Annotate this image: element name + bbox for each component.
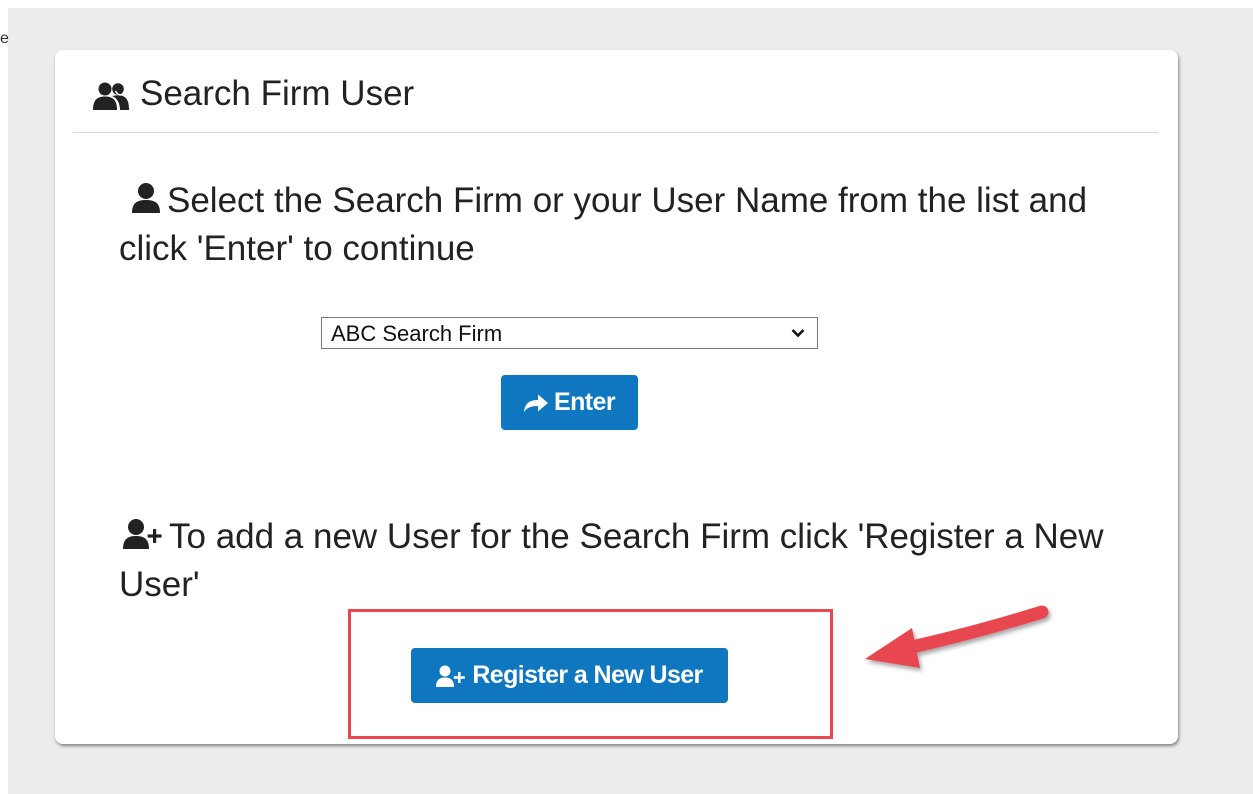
chevron-down-icon [791,329,805,338]
enter-button-label: Enter [554,388,616,416]
panel-title: Search Firm User [140,74,415,113]
user-plus-icon [123,519,162,549]
users-icon [93,82,129,110]
select-instruction: Select the Search Firm or your User Name… [119,177,1109,273]
user-icon [132,183,160,213]
enter-button[interactable]: Enter [501,375,638,430]
edge-text-fragment: e [0,30,9,47]
select-instruction-text: Select the Search Firm or your User Name… [119,181,1088,268]
register-instruction-text: To add a new User for the Search Firm cl… [119,517,1104,604]
annotation-highlight-box [348,609,833,739]
register-instruction: To add a new User for the Search Firm cl… [119,513,1109,609]
search-firm-select[interactable]: ABC Search Firm [321,317,818,349]
search-firm-select-value: ABC Search Firm [331,321,503,346]
panel-header: Search Firm User [73,50,1158,133]
share-arrow-icon [524,394,549,412]
annotation-arrow-icon [865,605,1049,668]
